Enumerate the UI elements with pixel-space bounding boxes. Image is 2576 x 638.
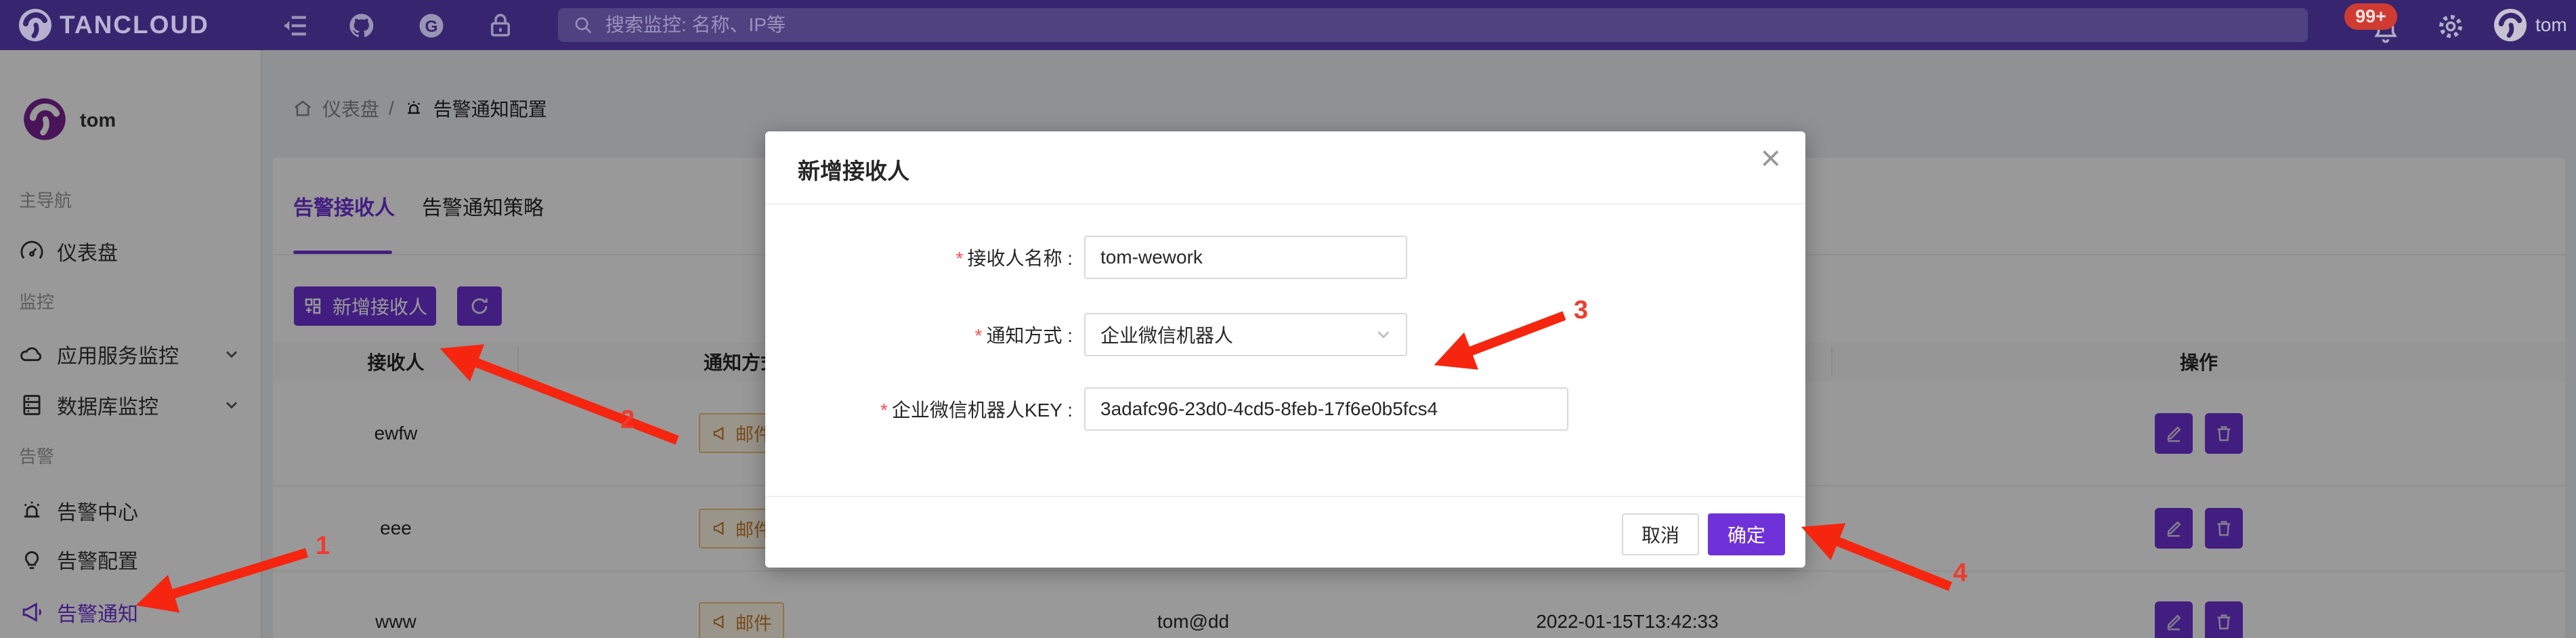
cancel-button[interactable]: 取消 [1622, 513, 1699, 555]
search-input[interactable] [604, 14, 2229, 37]
notification-count-badge: 99+ [2344, 3, 2397, 30]
user-avatar[interactable] [2493, 8, 2527, 45]
wework-key-input[interactable] [1086, 398, 1567, 420]
confirm-button[interactable]: 确定 [1708, 513, 1785, 555]
receiver-name-input[interactable] [1086, 247, 1406, 268]
lock-icon[interactable] [486, 12, 515, 40]
form-row-notify-method: *通知方式 : 企业微信机器人 [765, 313, 1805, 356]
topbar-username[interactable]: tom [2535, 14, 2567, 36]
notify-method-label: 通知方式 : [986, 325, 1073, 346]
gitee-icon[interactable]: G [417, 12, 446, 40]
form-row-wework-key: *企业微信机器人KEY : [765, 387, 1805, 431]
brand-title: TANCLOUD [60, 11, 209, 39]
search-icon [573, 15, 593, 35]
svg-text:G: G [425, 18, 437, 36]
gear-icon[interactable] [2437, 12, 2468, 43]
tancloud-logo-icon [18, 7, 53, 46]
receiver-name-label: 接收人名称 : [967, 248, 1073, 269]
notify-method-select[interactable]: 企业微信机器人 [1084, 313, 1407, 356]
add-receiver-modal: 新增接收人 × *接收人名称 : *通知方式 : 企业微信机器人 *企业微信机器… [765, 131, 1805, 568]
modal-title: 新增接收人 [798, 153, 909, 186]
form-row-receiver-name: *接收人名称 : [765, 236, 1805, 279]
chevron-down-icon [1373, 324, 1394, 345]
github-icon[interactable] [347, 12, 376, 40]
close-icon[interactable]: × [1761, 141, 1781, 176]
wework-key-label: 企业微信机器人KEY : [892, 400, 1073, 421]
topbar: TANCLOUD G 99+ tom [0, 0, 2576, 50]
menu-fold-icon[interactable] [281, 12, 309, 40]
search-bar[interactable] [558, 8, 2308, 42]
